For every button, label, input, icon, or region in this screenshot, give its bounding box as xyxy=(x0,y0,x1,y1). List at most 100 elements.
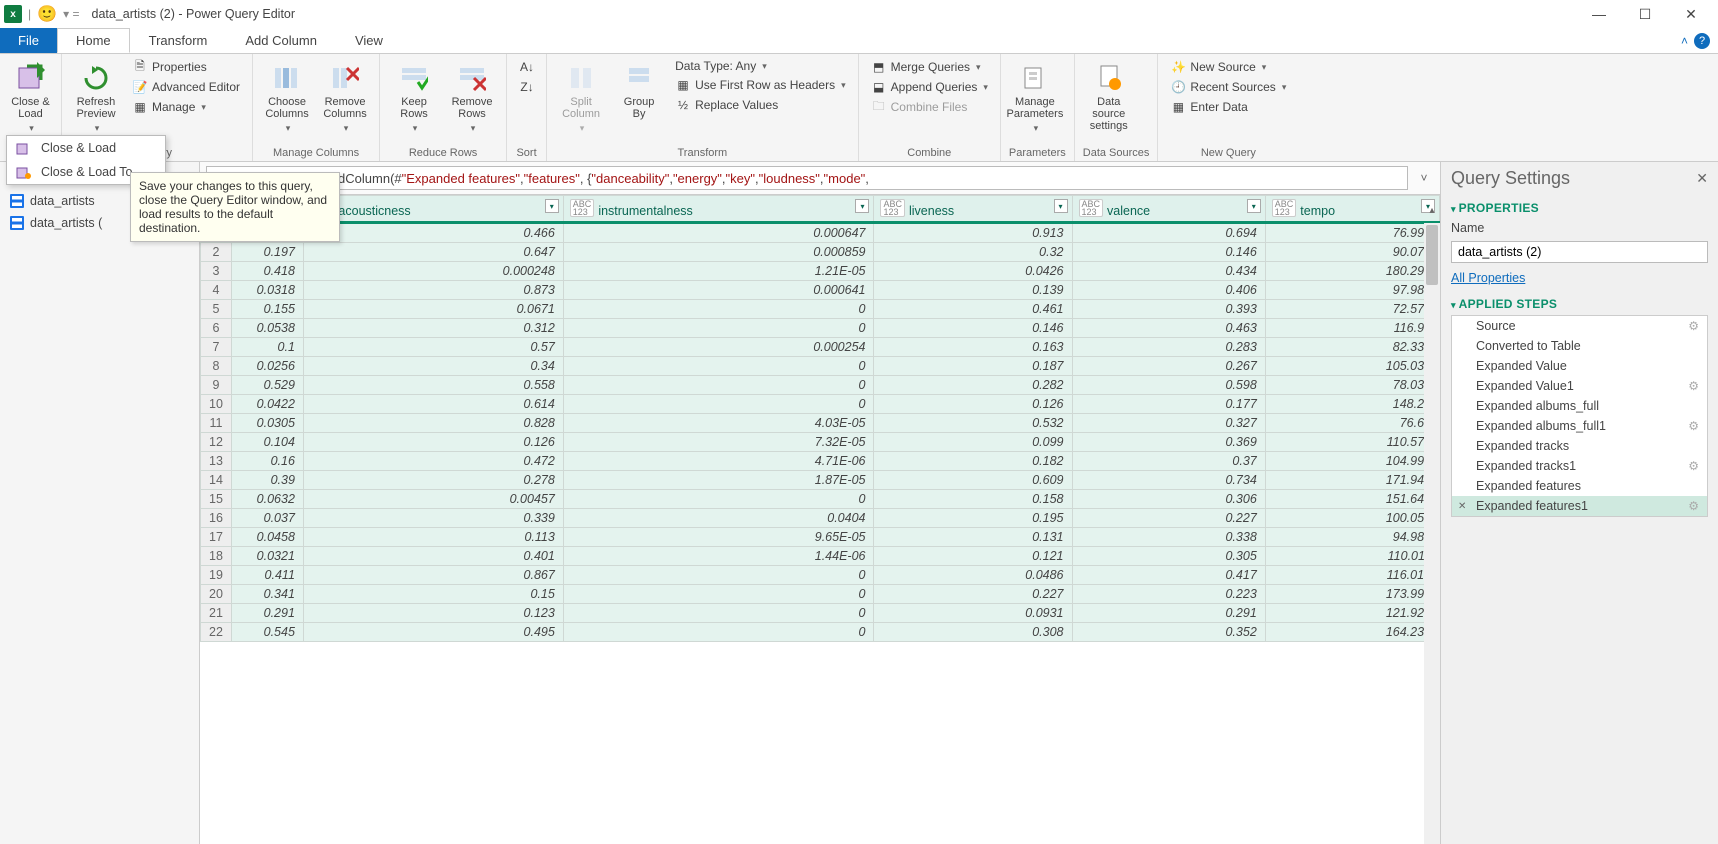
cell[interactable]: 0.532 xyxy=(874,414,1072,433)
cell[interactable]: 0.131 xyxy=(874,528,1072,547)
cell[interactable]: 0.37 xyxy=(1072,452,1265,471)
row-number[interactable]: 18 xyxy=(201,547,232,566)
column-filter-button[interactable]: ▾ xyxy=(1054,199,1068,213)
cell[interactable]: 72.577 xyxy=(1265,300,1439,319)
cell[interactable]: 0.463 xyxy=(1072,319,1265,338)
table-row[interactable]: 200.3410.1500.2270.223173.996 xyxy=(201,585,1440,604)
table-row[interactable]: 190.4110.86700.04860.417116.016 xyxy=(201,566,1440,585)
cell[interactable]: 0.177 xyxy=(1072,395,1265,414)
cell[interactable]: 0.000859 xyxy=(563,243,874,262)
applied-step[interactable]: Converted to Table xyxy=(1452,336,1707,356)
cell[interactable]: 0.466 xyxy=(303,223,563,243)
combine-files-button[interactable]: 🗀Combine Files xyxy=(867,98,992,116)
column-header[interactable]: ABC 123liveness▾ xyxy=(874,196,1072,223)
cell[interactable]: 0.0931 xyxy=(874,604,1072,623)
cell[interactable]: 0.0305 xyxy=(231,414,303,433)
cell[interactable]: 0.123 xyxy=(303,604,563,623)
cell[interactable]: 0.0538 xyxy=(231,319,303,338)
table-row[interactable]: 90.5290.55800.2820.59878.039 xyxy=(201,376,1440,395)
cell[interactable]: 121.927 xyxy=(1265,604,1439,623)
cell[interactable]: 0.734 xyxy=(1072,471,1265,490)
cell[interactable]: 171.945 xyxy=(1265,471,1439,490)
advanced-editor-button[interactable]: 📝Advanced Editor xyxy=(128,78,244,96)
table-row[interactable]: 30.4180.0002481.21E-050.04260.434180.291 xyxy=(201,262,1440,281)
cell[interactable]: 0.545 xyxy=(231,623,303,642)
cell[interactable]: 0.0404 xyxy=(563,509,874,528)
cell[interactable]: 0.598 xyxy=(1072,376,1265,395)
cell[interactable]: 0.327 xyxy=(1072,414,1265,433)
row-number[interactable]: 13 xyxy=(201,452,232,471)
cell[interactable]: 110.011 xyxy=(1265,547,1439,566)
cell[interactable]: 0.163 xyxy=(874,338,1072,357)
cell[interactable]: 0.227 xyxy=(1072,509,1265,528)
cell[interactable]: 0.609 xyxy=(874,471,1072,490)
cell[interactable]: 0.000647 xyxy=(563,223,874,243)
column-header[interactable]: ABC 123instrumentalness▾ xyxy=(563,196,874,223)
table-row[interactable]: 70.10.570.0002540.1630.28382.338 xyxy=(201,338,1440,357)
applied-step[interactable]: Expanded tracks1⚙ xyxy=(1452,456,1707,476)
cell[interactable]: 148.28 xyxy=(1265,395,1439,414)
formula-expand-button[interactable]: ˅ xyxy=(1414,171,1434,185)
cell[interactable]: 0.1 xyxy=(231,338,303,357)
cell[interactable]: 0.411 xyxy=(231,566,303,585)
cell[interactable]: 0.278 xyxy=(303,471,563,490)
cell[interactable]: 0.418 xyxy=(231,262,303,281)
cell[interactable]: 0.39 xyxy=(231,471,303,490)
collapse-ribbon-icon[interactable]: ˄ xyxy=(1681,34,1688,48)
cell[interactable]: 0.614 xyxy=(303,395,563,414)
row-number[interactable]: 16 xyxy=(201,509,232,528)
cell[interactable]: 0.0422 xyxy=(231,395,303,414)
table-row[interactable]: 50.1550.067100.4610.39372.577 xyxy=(201,300,1440,319)
row-number[interactable]: 11 xyxy=(201,414,232,433)
cell[interactable]: 0.267 xyxy=(1072,357,1265,376)
type-icon[interactable]: ABC 123 xyxy=(1272,199,1297,217)
cell[interactable]: 0.34 xyxy=(303,357,563,376)
row-number[interactable]: 21 xyxy=(201,604,232,623)
column-header[interactable]: ABC 123tempo▾ xyxy=(1265,196,1439,223)
vertical-scrollbar[interactable]: ▴ xyxy=(1424,223,1440,844)
cell[interactable]: 0.32 xyxy=(874,243,1072,262)
cell[interactable]: 76.997 xyxy=(1265,223,1439,243)
cell[interactable]: 0.000641 xyxy=(563,281,874,300)
applied-step[interactable]: Expanded albums_full xyxy=(1452,396,1707,416)
cell[interactable]: 180.291 xyxy=(1265,262,1439,281)
merge-queries-button[interactable]: ⬒Merge Queries xyxy=(867,58,992,76)
data-source-settings-button[interactable]: Data source settings xyxy=(1083,58,1135,132)
row-number[interactable]: 15 xyxy=(201,490,232,509)
help-icon[interactable]: ? xyxy=(1694,33,1710,49)
row-number[interactable]: 6 xyxy=(201,319,232,338)
gear-icon[interactable]: ⚙ xyxy=(1688,499,1699,513)
table-row[interactable]: 130.160.4724.71E-060.1820.37104.999 xyxy=(201,452,1440,471)
table-row[interactable]: 20.1970.6470.0008590.320.14690.076 xyxy=(201,243,1440,262)
cell[interactable]: 0.913 xyxy=(874,223,1072,243)
formula-input[interactable]: = Table.ExpandRecordColumn(# "Expanded f… xyxy=(206,166,1408,190)
cell[interactable]: 0.0256 xyxy=(231,357,303,376)
cell[interactable]: 0.352 xyxy=(1072,623,1265,642)
new-source-button[interactable]: ✨New Source xyxy=(1166,58,1290,76)
applied-step[interactable]: Expanded features xyxy=(1452,476,1707,496)
cell[interactable]: 82.338 xyxy=(1265,338,1439,357)
remove-rows-button[interactable]: Remove Rows xyxy=(446,58,498,134)
cell[interactable]: 0 xyxy=(563,300,874,319)
table-row[interactable]: 150.06320.0045700.1580.306151.643 xyxy=(201,490,1440,509)
cell[interactable]: 0.037 xyxy=(231,509,303,528)
manage-parameters-button[interactable]: Manage Parameters xyxy=(1009,58,1061,134)
cell[interactable]: 4.71E-06 xyxy=(563,452,874,471)
row-number[interactable]: 8 xyxy=(201,357,232,376)
cell[interactable]: 0.16 xyxy=(231,452,303,471)
minimize-button[interactable]: ― xyxy=(1576,0,1622,28)
row-number[interactable]: 7 xyxy=(201,338,232,357)
cell[interactable]: 0.227 xyxy=(874,585,1072,604)
cell[interactable]: 0.291 xyxy=(231,604,303,623)
query-name-input[interactable] xyxy=(1451,241,1708,263)
table-row[interactable]: 170.04580.1139.65E-050.1310.33894.985 xyxy=(201,528,1440,547)
maximize-button[interactable]: ☐ xyxy=(1622,0,1668,28)
row-number[interactable]: 22 xyxy=(201,623,232,642)
cell[interactable]: 1.21E-05 xyxy=(563,262,874,281)
cell[interactable]: 116.016 xyxy=(1265,566,1439,585)
cell[interactable]: 0.305 xyxy=(1072,547,1265,566)
cell[interactable]: 0.0321 xyxy=(231,547,303,566)
cell[interactable]: 0.393 xyxy=(1072,300,1265,319)
cell[interactable]: 0 xyxy=(563,490,874,509)
table-row[interactable]: 110.03050.8284.03E-050.5320.32776.61 xyxy=(201,414,1440,433)
